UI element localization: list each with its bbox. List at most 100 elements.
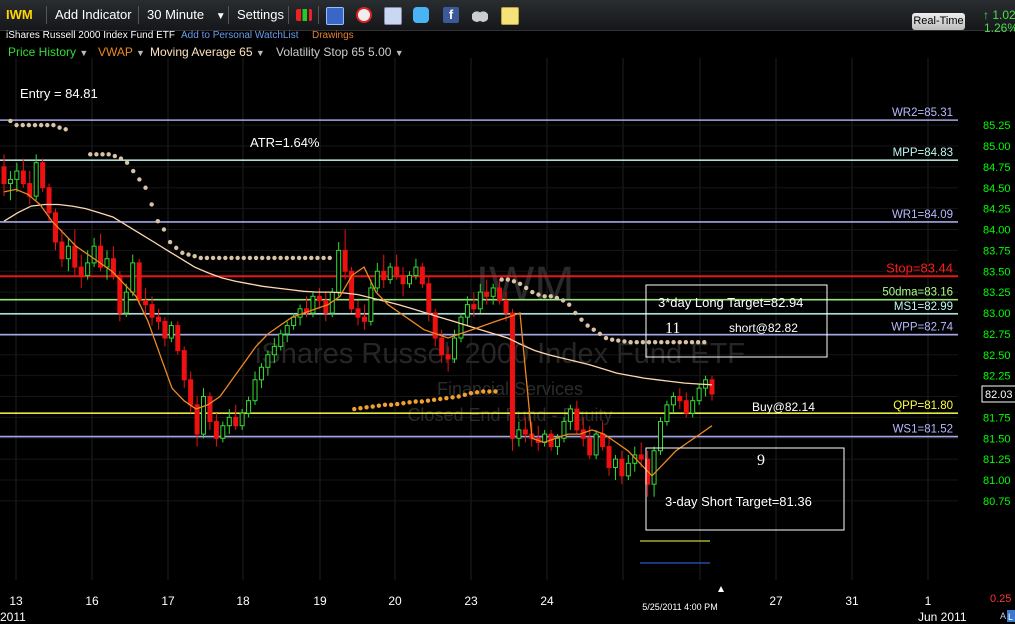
price-chart[interactable]: IWM iShares Russell 2000 Index Fund ETF … — [0, 0, 1015, 624]
x-tick-label: 24 — [540, 594, 554, 608]
level-label: MPP=84.83 — [893, 147, 953, 159]
volstop-dot — [186, 252, 191, 257]
candle-up — [625, 462, 631, 477]
volstop-dot — [161, 227, 167, 232]
candle-down — [207, 396, 213, 423]
candle-up — [271, 345, 277, 356]
candle-up — [239, 412, 245, 427]
candle-up — [65, 245, 71, 260]
candle-up — [406, 274, 412, 285]
volstop-dot — [609, 337, 615, 342]
level-label: WS1=81.52 — [893, 424, 953, 436]
candle-up — [284, 325, 290, 335]
volstop-dot — [554, 295, 560, 301]
candle-down — [426, 283, 432, 314]
candle-up — [246, 400, 252, 414]
bar-chart-icon[interactable] — [296, 9, 312, 21]
volstop-dot — [671, 340, 676, 345]
volstop-dot — [364, 405, 369, 410]
twitter-icon[interactable] — [413, 7, 429, 23]
volstop-dot — [585, 323, 590, 328]
volstop-dot — [634, 340, 639, 345]
candle-up — [278, 333, 284, 347]
quote-change: ↑ 1.02 1.26% — [983, 9, 1015, 35]
volstop-dot — [659, 340, 664, 345]
volstop-dot — [603, 335, 609, 341]
candle-down — [316, 295, 322, 301]
atr-label: ATR=1.64% — [250, 135, 320, 150]
volstop-dot — [579, 317, 584, 322]
indicator-volatility-stop[interactable]: Volatility Stop 65 5.00 ▼ — [276, 45, 404, 59]
volstop-dot — [702, 340, 707, 345]
y-tick-label: 85.25 — [983, 120, 1011, 132]
y-tick-label: 84.50 — [983, 183, 1011, 195]
candle-down — [46, 187, 52, 214]
candle-up — [555, 437, 561, 448]
alarm-icon[interactable] — [356, 7, 372, 23]
candle-down — [323, 299, 329, 314]
facebook-icon[interactable]: f — [443, 7, 459, 23]
toolbar: IWM Add Indicator 30 Minute ▼ Settings f… — [0, 0, 1015, 35]
note-icon[interactable] — [501, 7, 519, 25]
volstop-dot — [143, 185, 148, 190]
symbol-field[interactable]: IWM — [6, 5, 33, 25]
volstop-dot — [272, 255, 277, 261]
entry-label: Entry = 84.81 — [20, 86, 98, 101]
candle-up — [265, 354, 271, 368]
volstop-dot — [284, 255, 289, 261]
volstop-dot — [566, 302, 572, 307]
volstop-dot — [57, 125, 62, 130]
x-year-label: 2011 — [0, 610, 26, 624]
x-tick-label: 23 — [464, 594, 478, 608]
volstop-dot — [573, 310, 578, 316]
indicator-vwap[interactable]: VWAP ▼ — [98, 45, 145, 59]
volstop-dot — [419, 399, 425, 404]
add-watchlist-link[interactable]: Add to Personal WatchList — [181, 30, 298, 41]
level-label: MS1=82.99 — [894, 301, 953, 313]
drawings-link[interactable]: Drawings — [312, 30, 354, 41]
interval-select[interactable]: 30 Minute ▼ — [147, 5, 226, 25]
volstop-dot — [180, 250, 185, 256]
indicator-price-history[interactable]: Price History ▼ — [8, 45, 88, 59]
settings-button[interactable]: Settings — [237, 5, 284, 25]
volstop-dot — [204, 255, 210, 261]
candle-up — [464, 304, 470, 318]
y-tick-label: 81.75 — [983, 412, 1011, 424]
change-percent: 1.26% — [984, 21, 1015, 35]
volstop-dot — [536, 292, 541, 297]
y-tick-label: 80.75 — [983, 496, 1011, 508]
realtime-button[interactable]: Real-Time — [912, 13, 965, 30]
short-label: short@82.82 — [729, 321, 798, 335]
volstop-dot — [217, 255, 222, 261]
security-name: iShares Russell 2000 Index Fund ETF — [6, 30, 175, 41]
volstop-dot — [382, 402, 388, 408]
candle-up — [226, 416, 232, 427]
candle-up — [458, 316, 464, 339]
candle-down — [677, 396, 683, 402]
volstop-dot — [88, 152, 93, 157]
candle-up — [670, 396, 676, 406]
candle-up — [7, 178, 13, 185]
candle-up — [104, 258, 110, 268]
candle-down — [20, 170, 26, 185]
indicator-moving-average[interactable]: Moving Average 65 ▼ — [150, 45, 265, 59]
y-tick-label: 84.00 — [983, 225, 1011, 237]
volstop-dot — [530, 289, 535, 295]
volstop-dot — [327, 255, 332, 261]
binoculars-icon[interactable] — [472, 7, 488, 23]
last-price-label: 82.03 — [985, 389, 1013, 401]
volstop-dot — [174, 245, 179, 251]
x-tick-label: 1 — [925, 594, 932, 608]
x-tick-label: 16 — [85, 594, 99, 608]
candle-up — [690, 400, 696, 414]
candle-down — [72, 245, 78, 268]
save-icon[interactable] — [326, 7, 344, 25]
volstop-dot — [100, 152, 105, 157]
long-target-label: 3*day Long Target=82.94 — [658, 295, 803, 310]
add-indicator-button[interactable]: Add Indicator — [55, 5, 132, 25]
page-icon[interactable] — [384, 7, 402, 25]
volstop-dot — [45, 122, 50, 128]
volstop-dot — [548, 294, 553, 299]
candle-down — [522, 429, 528, 435]
volstop-dot — [450, 395, 455, 400]
